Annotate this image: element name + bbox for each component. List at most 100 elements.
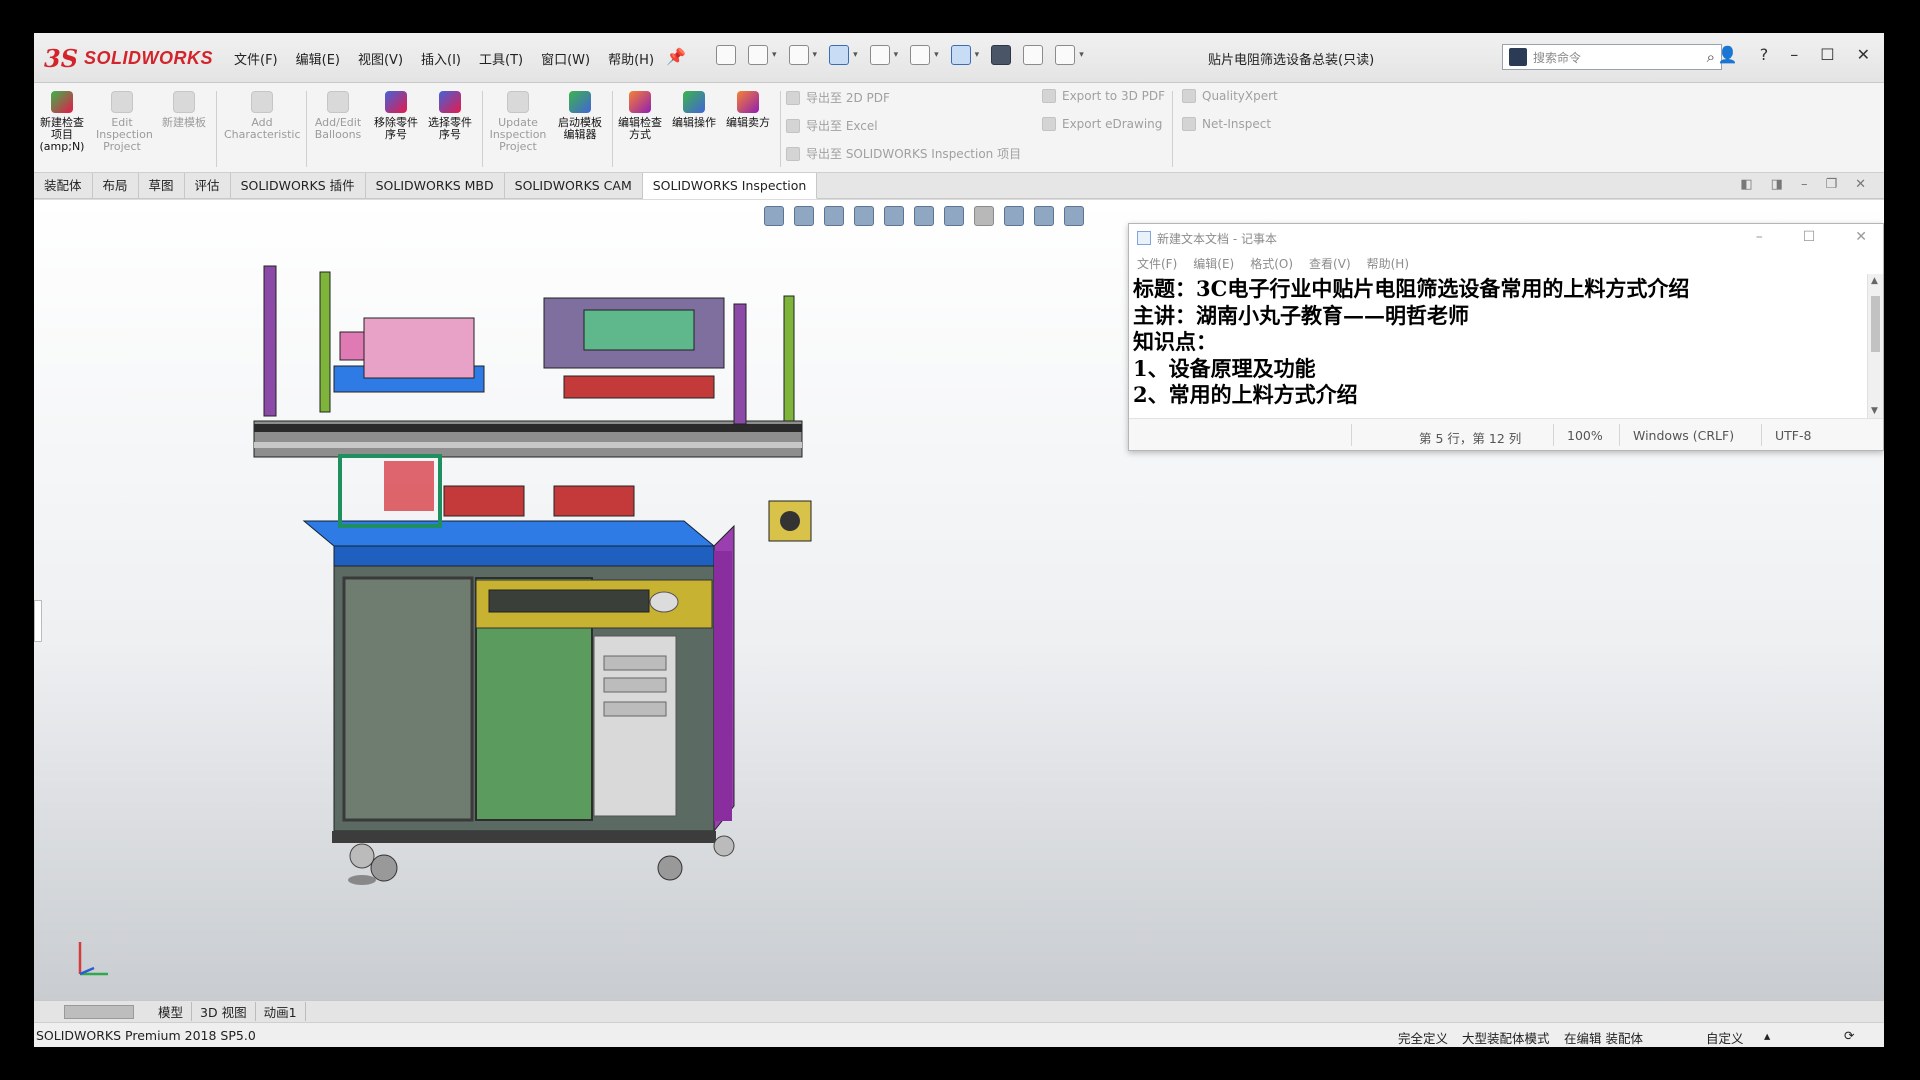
- qualityxpert-button[interactable]: QualityXpert: [1182, 89, 1278, 103]
- traffic-light-icon[interactable]: [991, 45, 1012, 65]
- units-selector[interactable]: 自定义: [1706, 1028, 1744, 1047]
- edit-vendor-button[interactable]: 编辑卖方: [722, 89, 774, 129]
- notepad-menu-format[interactable]: 格式(O): [1250, 255, 1293, 272]
- scroll-down-icon[interactable]: ▼: [1871, 406, 1878, 416]
- notepad-scrollbar[interactable]: ▲ ▼: [1867, 274, 1883, 418]
- minimize-icon[interactable]: –: [1790, 45, 1798, 64]
- undo-icon[interactable]: [910, 45, 931, 65]
- maximize-icon[interactable]: ☐: [1820, 45, 1834, 64]
- net-inspect-button[interactable]: Net-Inspect: [1182, 117, 1271, 131]
- menu-file[interactable]: 文件(F): [234, 49, 278, 68]
- panel-left-icon[interactable]: ◧: [1740, 177, 1752, 192]
- save-icon[interactable]: [829, 45, 850, 65]
- apply-scene-icon[interactable]: [1034, 206, 1054, 226]
- tab-3d-view[interactable]: 3D 视图: [192, 1002, 256, 1021]
- notepad-menu-edit[interactable]: 编辑(E): [1193, 255, 1234, 272]
- pin-icon[interactable]: 📌: [666, 47, 686, 66]
- new-document-icon[interactable]: [748, 45, 768, 65]
- new-inspection-project-button[interactable]: 新建检查项目(amp;N): [36, 89, 88, 153]
- export-inspection-project-button[interactable]: 导出至 SOLIDWORKS Inspection 项目: [786, 145, 1021, 162]
- export-2d-pdf-button[interactable]: 导出至 2D PDF: [786, 89, 890, 106]
- hide-show-items-icon[interactable]: [974, 206, 994, 226]
- launch-template-editor-button[interactable]: 启动模板编辑器: [554, 89, 606, 141]
- tab-assembly[interactable]: 装配体: [34, 173, 93, 199]
- notepad-menu-help[interactable]: 帮助(H): [1367, 255, 1409, 272]
- tab-mbd[interactable]: SOLIDWORKS MBD: [366, 173, 505, 199]
- tab-motion-study[interactable]: 动画1: [256, 1002, 306, 1021]
- close-doc-icon[interactable]: ✕: [1855, 177, 1866, 192]
- tab-scroll-arrows[interactable]: [64, 1004, 134, 1019]
- zoom-to-area-icon[interactable]: [794, 206, 814, 226]
- export-excel-button[interactable]: 导出至 Excel: [786, 117, 878, 134]
- edit-inspection-method-button[interactable]: 编辑检查方式: [614, 89, 666, 141]
- section-view-icon[interactable]: [854, 206, 874, 226]
- view-settings-icon[interactable]: [1064, 206, 1084, 226]
- status-bar: SOLIDWORKS Premium 2018 SP5.0 完全定义 大型装配体…: [34, 1022, 1884, 1047]
- menu-help[interactable]: 帮助(H): [608, 49, 654, 68]
- restore-doc-icon[interactable]: ❐: [1825, 177, 1837, 192]
- select-balloon-button[interactable]: 选择零件序号: [424, 89, 476, 141]
- menu-edit[interactable]: 编辑(E): [296, 49, 340, 68]
- edit-appearance-icon[interactable]: [1004, 206, 1024, 226]
- remove-balloon-button[interactable]: 移除零件序号: [370, 89, 422, 141]
- tab-model[interactable]: 模型: [150, 1002, 193, 1021]
- chevron-down-icon[interactable]: ▾: [934, 50, 939, 60]
- open-folder-icon[interactable]: [788, 45, 809, 65]
- chevron-up-icon[interactable]: ▴: [1764, 1028, 1770, 1043]
- feature-manager-collapse-handle[interactable]: [34, 600, 42, 642]
- tab-addins[interactable]: SOLIDWORKS 插件: [231, 173, 366, 199]
- scroll-thumb[interactable]: [1871, 296, 1880, 352]
- add-characteristic-button[interactable]: Add Characteristic: [224, 89, 301, 141]
- menu-insert[interactable]: 插入(I): [421, 49, 461, 68]
- notepad-window[interactable]: 新建文本文档 - 记事本 – ☐ ✕ 文件(F) 编辑(E) 格式(O) 查看(…: [1128, 223, 1884, 451]
- chevron-down-icon[interactable]: ▾: [772, 50, 777, 60]
- minimize-doc-icon[interactable]: –: [1801, 177, 1808, 192]
- chevron-down-icon[interactable]: ▾: [894, 50, 899, 60]
- menu-window[interactable]: 窗口(W): [541, 49, 590, 68]
- chevron-down-icon[interactable]: ▾: [813, 50, 818, 60]
- close-icon[interactable]: ✕: [1857, 45, 1870, 64]
- menu-view[interactable]: 视图(V): [358, 49, 403, 68]
- help-icon[interactable]: ?: [1760, 45, 1769, 64]
- user-icon[interactable]: 👤: [1718, 45, 1738, 64]
- search-commands-input[interactable]: 搜索命令 ⌕: [1502, 44, 1722, 70]
- view-orientation-icon[interactable]: [914, 206, 934, 226]
- options-gear-icon[interactable]: [1055, 45, 1076, 65]
- select-cursor-icon[interactable]: [950, 45, 971, 65]
- edit-operation-button[interactable]: 编辑操作: [668, 89, 720, 129]
- export-edrawing-button[interactable]: Export eDrawing: [1042, 117, 1162, 131]
- chevron-down-icon[interactable]: ▾: [975, 50, 980, 60]
- menu-tools[interactable]: 工具(T): [479, 49, 523, 68]
- tab-inspection[interactable]: SOLIDWORKS Inspection: [642, 173, 818, 199]
- panel-right-icon[interactable]: ◨: [1771, 177, 1783, 192]
- tab-evaluate[interactable]: 评估: [185, 173, 231, 199]
- previous-view-icon[interactable]: [824, 206, 844, 226]
- rebuild-icon[interactable]: ⟳: [1844, 1028, 1854, 1043]
- tab-sketch[interactable]: 草图: [139, 173, 185, 199]
- dynamic-annotation-icon[interactable]: [884, 206, 904, 226]
- new-template-button[interactable]: 新建模板: [158, 89, 210, 129]
- chevron-down-icon[interactable]: ▾: [853, 50, 858, 60]
- scroll-up-icon[interactable]: ▲: [1871, 276, 1878, 286]
- zoom-to-fit-icon[interactable]: [764, 206, 784, 226]
- search-icon[interactable]: ⌕: [1707, 48, 1715, 66]
- notepad-menu-file[interactable]: 文件(F): [1137, 255, 1177, 272]
- display-style-icon[interactable]: [944, 206, 964, 226]
- notepad-text-area[interactable]: 标题：3C电子行业中贴片电阻筛选设备常用的上料方式介绍 主讲：湖南小丸子教育——明…: [1129, 274, 1869, 418]
- print-icon[interactable]: [869, 45, 890, 65]
- file-properties-icon[interactable]: [1023, 45, 1044, 65]
- export-3d-pdf-button[interactable]: Export to 3D PDF: [1042, 89, 1165, 103]
- home-icon[interactable]: [716, 45, 736, 65]
- solidworks-logo[interactable]: 3S SOLIDWORKS: [44, 41, 213, 75]
- maximize-icon[interactable]: ☐: [1803, 229, 1816, 245]
- minimize-icon[interactable]: –: [1756, 229, 1763, 245]
- update-inspection-project-button[interactable]: Update Inspection Project: [486, 89, 550, 153]
- notepad-menu-view[interactable]: 查看(V): [1309, 255, 1351, 272]
- add-edit-balloons-button[interactable]: Add/Edit Balloons: [312, 89, 364, 141]
- characteristic-icon: [251, 91, 273, 113]
- close-icon[interactable]: ✕: [1855, 229, 1867, 245]
- tab-layout[interactable]: 布局: [93, 173, 139, 199]
- tab-cam[interactable]: SOLIDWORKS CAM: [505, 173, 643, 199]
- chevron-down-icon[interactable]: ▾: [1079, 50, 1084, 60]
- edit-inspection-project-button[interactable]: Edit Inspection Project: [96, 89, 153, 153]
